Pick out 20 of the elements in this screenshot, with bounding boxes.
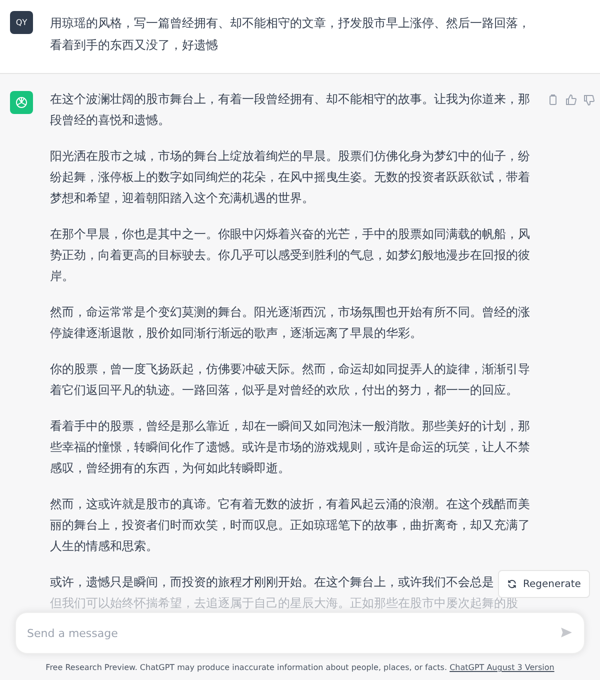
response-paragraph: 然而，命运常常是个变幻莫测的舞台。阳光逐渐西沉，市场氛围也开始有所不同。曾经的涨停旋律逐渐退散，股价如同渐行渐远的歌声，逐渐远离了早晨的华彩。 [50,304,530,342]
user-avatar: QY [10,11,33,34]
logo-icon [14,95,29,110]
thumbs-up-icon[interactable] [565,94,577,106]
response-paragraph: 在这个波澜壮阔的股市舞台上，有着一段曾经拥有、却不能相守的故事。让我为你道来，那段曾经的喜悦和遗憾。 [50,91,530,129]
copy-icon[interactable] [547,94,559,106]
refresh-icon [507,579,517,589]
response-paragraph: 阳光洒在股市之城，市场的舞台上绽放着绚烂的早晨。股票们仿佛化身为梦幻中的仙子，纷纷起舞，涨停板上的数字如同绚烂的花朵，在风中摇曳生姿。无数的投资者跃跃欲试，带着梦想和希望，迎着朝阳踏入这个充满机遇的世界。 [50,148,530,207]
version-link[interactable]: ChatGPT August 3 Version [450,663,554,672]
response-paragraph: 然而，这或许就是股市的真谛。它有着无数的波折，有着风起云涌的浪潮。在这个残酷而美丽的舞台上，投资者们时而欢笑，时而叹息。正如琼瑶笔下的故事，曲折离奇，却又充满了人生的情感和思索。 [50,496,530,555]
response-paragraph-line: 或许，遗憾只是瞬间，而投资的旅程才刚刚开始。在这个舞台上，或许我们不会总是 [50,574,494,591]
send-icon[interactable] [560,626,573,639]
response-paragraph: 在那个早晨，你也是其中之一。你眼中闪烁着兴奋的光芒，手中的股票如同满载的帆船，风势正劲，向着更高的目标驶去。你几乎可以感受到胜利的气息，如梦幻般地漫步在回报的彼岸。 [50,226,530,285]
response-paragraph: 你的股票，曾一度飞扬跃起，仿佛要冲破天际。然而，命运却如同捉弄人的旋律，渐渐引导着它们返回平凡的轨迹。一路回落，似乎是对曾经的欢欣，付出的努力，都一一的回应。 [50,361,530,399]
response-paragraph: 看着手中的股票，曾经是那么靠近，却在一瞬间又如同泡沫一般消散。那些美好的计划，那些幸福的憧憬，转瞬间化作了遗憾。或许是市场的游戏规则，或许是命运的玩笑，让人不禁感叹，曾经拥有的东西，为何如此转瞬即逝。 [50,418,530,477]
footer-disclaimer: Free Research Preview. ChatGPT may produce inaccurate information about people, places, or facts. ChatGPT August 3 Version [46,662,554,674]
message-input[interactable]: Send a message [15,612,585,654]
regenerate-button[interactable]: Regenerate [498,570,590,598]
user-message-text: 用琼瑶的风格，写一篇曾经拥有、却不能相守的文章，抒发股市早上涨停、然后一路回落，看着到手的东西又没了，好遗憾 [50,15,530,54]
thumbs-down-icon[interactable] [583,94,595,106]
